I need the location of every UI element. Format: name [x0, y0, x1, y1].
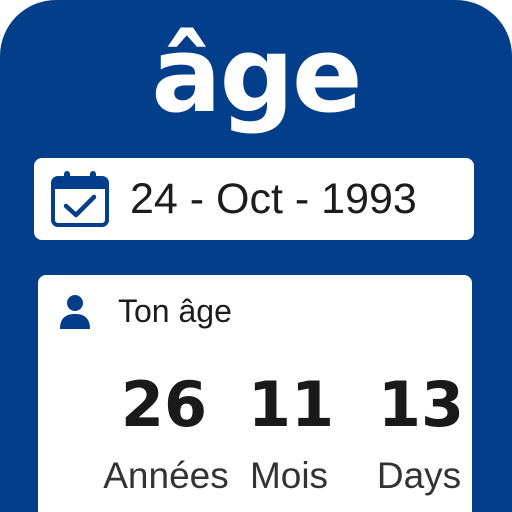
- person-icon: [58, 294, 92, 330]
- app-icon: âge 24 - Oct - 1993 Ton âge 26 11 13 Ann…: [0, 0, 512, 512]
- birth-date-field[interactable]: 24 - Oct - 1993: [34, 158, 474, 240]
- app-title: âge: [151, 14, 362, 136]
- age-header: Ton âge: [58, 293, 232, 330]
- birth-date-value: 24 - Oct - 1993: [130, 174, 417, 223]
- age-result-card: Ton âge 26 11 13 Années Mois Days: [38, 275, 472, 512]
- age-months-value: 11: [247, 368, 335, 441]
- age-days-value: 13: [377, 368, 465, 441]
- calendar-check-icon: [50, 169, 110, 229]
- age-label: Ton âge: [118, 293, 232, 329]
- age-days-unit: Days: [376, 455, 462, 496]
- age-years-value: 26: [120, 368, 208, 441]
